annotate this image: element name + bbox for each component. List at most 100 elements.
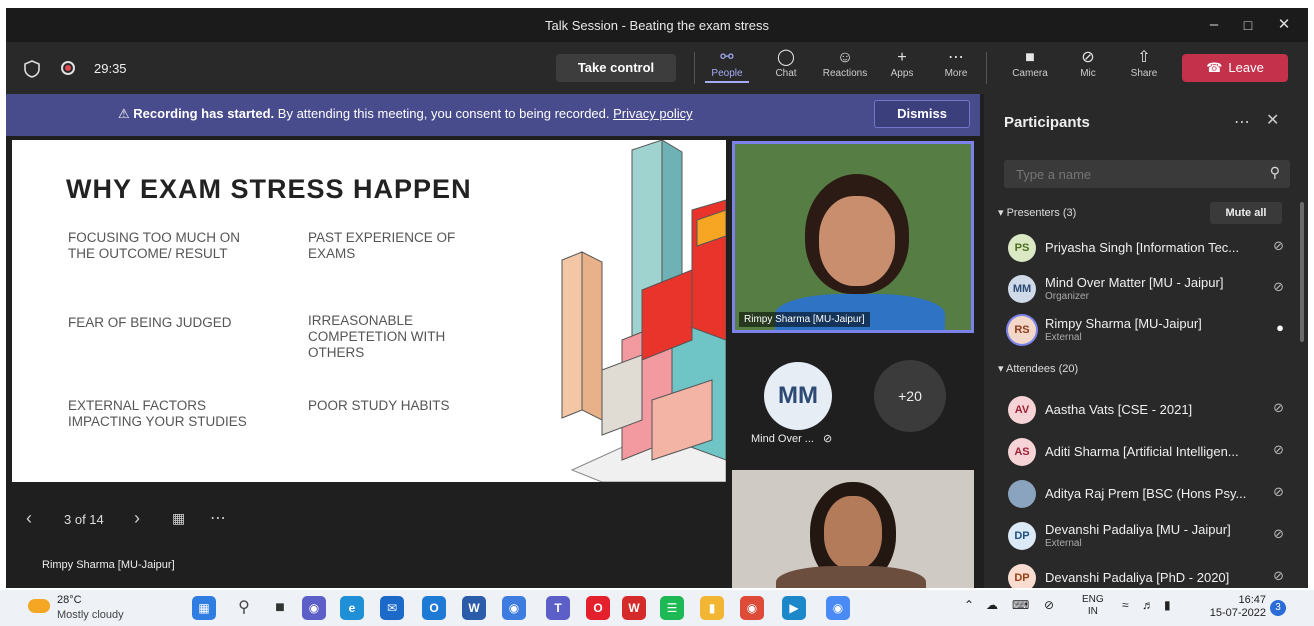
chat-button[interactable]: ◯ Chat <box>764 48 808 79</box>
more-participants-button[interactable]: +20 <box>874 360 946 432</box>
keyboard-icon[interactable]: ⌨ <box>1012 598 1029 612</box>
mic-off-icon[interactable]: ⊘ <box>1044 598 1054 612</box>
mic-off-icon: ⊘ <box>1273 238 1284 253</box>
chrome-profile-icon[interactable]: ◉ <box>826 596 850 620</box>
prime-video-icon[interactable]: ▶ <box>782 596 806 620</box>
privacy-policy-link[interactable]: Privacy policy <box>613 106 692 121</box>
people-button[interactable]: ⚯ People <box>705 48 749 83</box>
scrollbar[interactable] <box>1300 202 1304 342</box>
mic-off-icon: ⊘ <box>1081 49 1095 66</box>
slide-title: WHY EXAM STRESS HAPPEN <box>66 174 472 204</box>
participants-panel: Participants ⋯ ✕ ⚲ ▾ Presenters (3) Mute… <box>984 94 1308 588</box>
wps-icon[interactable]: W <box>622 596 646 620</box>
task-view-icon[interactable]: ■ <box>268 596 292 620</box>
chat-icon: ◯ <box>777 49 795 66</box>
opera-icon[interactable]: O <box>586 596 610 620</box>
photos-icon[interactable]: ◉ <box>502 596 526 620</box>
more-icon: ⋯ <box>948 49 964 66</box>
mic-off-icon: ⊘ <box>823 433 833 445</box>
word-icon[interactable]: W <box>462 596 486 620</box>
teams-chat-icon[interactable]: ◉ <box>302 596 326 620</box>
mic-button[interactable]: ⊘ Mic <box>1066 48 1110 79</box>
previous-slide-icon[interactable]: ‹ <box>26 508 32 529</box>
teams-icon[interactable]: T <box>546 596 570 620</box>
share-icon: ⇧ <box>1137 49 1151 66</box>
meeting-timer: 29:35 <box>94 61 127 76</box>
attendee-row[interactable]: Aditya Raj Prem [BSC (Hons Psy... ⊘ <box>1000 476 1290 512</box>
avatar: AV <box>1008 396 1036 424</box>
recording-icon <box>61 61 75 75</box>
maximize-icon[interactable]: □ <box>1232 14 1264 36</box>
dismiss-button[interactable]: Dismiss <box>874 100 970 128</box>
apps-button[interactable]: + Apps <box>880 48 924 79</box>
participant-search[interactable]: ⚲ <box>1004 160 1290 188</box>
file-explorer-icon[interactable]: ▮ <box>700 596 724 620</box>
leave-button[interactable]: ☎ Leave <box>1182 54 1288 82</box>
grid-view-icon[interactable]: ▦ <box>172 510 185 527</box>
search-input[interactable] <box>1004 160 1254 188</box>
avatar-mm[interactable]: MM <box>764 362 832 430</box>
reactions-button[interactable]: ☺ Reactions <box>820 48 870 79</box>
presenter-row[interactable]: RS Rimpy Sharma [MU-Jaipur] External ● <box>1000 312 1290 348</box>
attendee-row[interactable]: AV Aastha Vats [CSE - 2021] ⊘ <box>1000 392 1290 428</box>
next-slide-icon[interactable]: › <box>134 508 140 529</box>
recording-banner: ⚠ Recording has started. By attending th… <box>6 94 980 136</box>
avatar: MM <box>1008 275 1036 303</box>
presenter-row[interactable]: MM Mind Over Matter [MU - Jaipur] Organize… <box>1000 271 1290 307</box>
language-indicator[interactable]: ENG IN <box>1082 594 1104 618</box>
window-title: Talk Session - Beating the exam stress <box>545 18 769 33</box>
shield-icon[interactable] <box>24 60 40 78</box>
onedrive-icon[interactable]: ☁ <box>986 598 998 612</box>
edge-icon[interactable]: e <box>340 596 364 620</box>
clock[interactable]: 16:47 15-07-2022 <box>1196 594 1266 620</box>
outlook-icon[interactable]: O <box>422 596 446 620</box>
participant-name: Aditya Raj Prem [BSC (Hons Psy... <box>1045 486 1247 501</box>
minimize-icon[interactable]: – <box>1198 14 1230 36</box>
spotify-icon[interactable]: ☰ <box>660 596 684 620</box>
search-icon[interactable]: ⚲ <box>232 596 256 620</box>
share-button[interactable]: ⇧ Share <box>1122 48 1166 79</box>
video-tile-participant[interactable] <box>732 470 974 588</box>
phone-icon: ☎ <box>1206 60 1223 75</box>
chrome-icon[interactable]: ◉ <box>740 596 764 620</box>
attendees-header[interactable]: ▾ Attendees (20) <box>998 362 1078 375</box>
mail-icon[interactable]: ✉ <box>380 596 404 620</box>
slide-point-1: FOCUSING TOO MUCH ON THE OUTCOME/ RESULT <box>68 230 241 261</box>
windows-taskbar: 28°C Mostly cloudy ▦ ⚲ ■ ◉ e ✉ O W ◉ T O W ☰ ▮ ◉ ▶ ◉ ⌃ ☁… <box>0 590 1314 626</box>
more-options-icon[interactable]: ⋯ <box>210 508 226 528</box>
reactions-icon: ☺ <box>836 49 854 66</box>
participant-name: Devanshi Padaliya [PhD - 2020] <box>1045 570 1230 585</box>
banner-text: By attending this meeting, you consent t… <box>277 106 610 121</box>
panel-close-icon[interactable]: ✕ <box>1266 110 1279 130</box>
weather-text[interactable]: Mostly cloudy <box>57 609 124 621</box>
take-control-button[interactable]: Take control <box>556 54 676 82</box>
temperature[interactable]: 28°C <box>57 594 82 606</box>
battery-icon[interactable]: ▮ <box>1164 598 1171 612</box>
wifi-icon[interactable]: ≈ <box>1122 598 1129 612</box>
attendee-row[interactable]: DP Devanshi Padaliya [MU - Jaipur] Externa… <box>1000 518 1290 554</box>
attendee-row[interactable]: AS Aditi Sharma [Artificial Intelligen...… <box>1000 434 1290 470</box>
participant-name: Mind Over Matter [MU - Jaipur] <box>1045 275 1224 290</box>
presenter-row[interactable]: PS Priyasha Singh [Information Tec... ⊘ <box>1000 230 1290 266</box>
plus-icon: + <box>897 49 907 66</box>
notification-badge[interactable]: 3 <box>1270 600 1286 616</box>
chevron-down-icon: ▾ <box>998 363 1004 375</box>
volume-icon[interactable]: ♬ <box>1142 598 1154 612</box>
presenters-header[interactable]: ▾ Presenters (3) <box>998 206 1076 219</box>
divider <box>694 52 695 84</box>
presenter-name: Rimpy Sharma [MU-Jaipur] <box>42 559 175 571</box>
camera-button[interactable]: ■ Camera <box>1008 48 1052 79</box>
chevron-up-icon[interactable]: ⌃ <box>964 598 974 612</box>
video-tile-presenter[interactable]: Rimpy Sharma [MU-Jaipur] <box>732 141 974 333</box>
close-icon[interactable]: ✕ <box>1268 14 1300 36</box>
start-icon[interactable]: ▦ <box>192 596 216 620</box>
avatar: AS <box>1008 438 1036 466</box>
presentation-slide: WHY EXAM STRESS HAPPEN FOCUSING TOO MUCH… <box>12 140 726 482</box>
participant-role: External <box>1045 332 1082 343</box>
weather-icon <box>28 599 50 613</box>
more-button[interactable]: ⋯ More <box>934 48 978 79</box>
panel-more-icon[interactable]: ⋯ <box>1234 112 1250 132</box>
mute-all-button[interactable]: Mute all <box>1210 202 1282 224</box>
meeting-toolbar: 29:35 Take control ⚯ People ◯ Chat ☺ Reacti… <box>6 42 1308 94</box>
attendee-row[interactable]: DP Devanshi Padaliya [PhD - 2020] ⊘ <box>1000 560 1290 588</box>
